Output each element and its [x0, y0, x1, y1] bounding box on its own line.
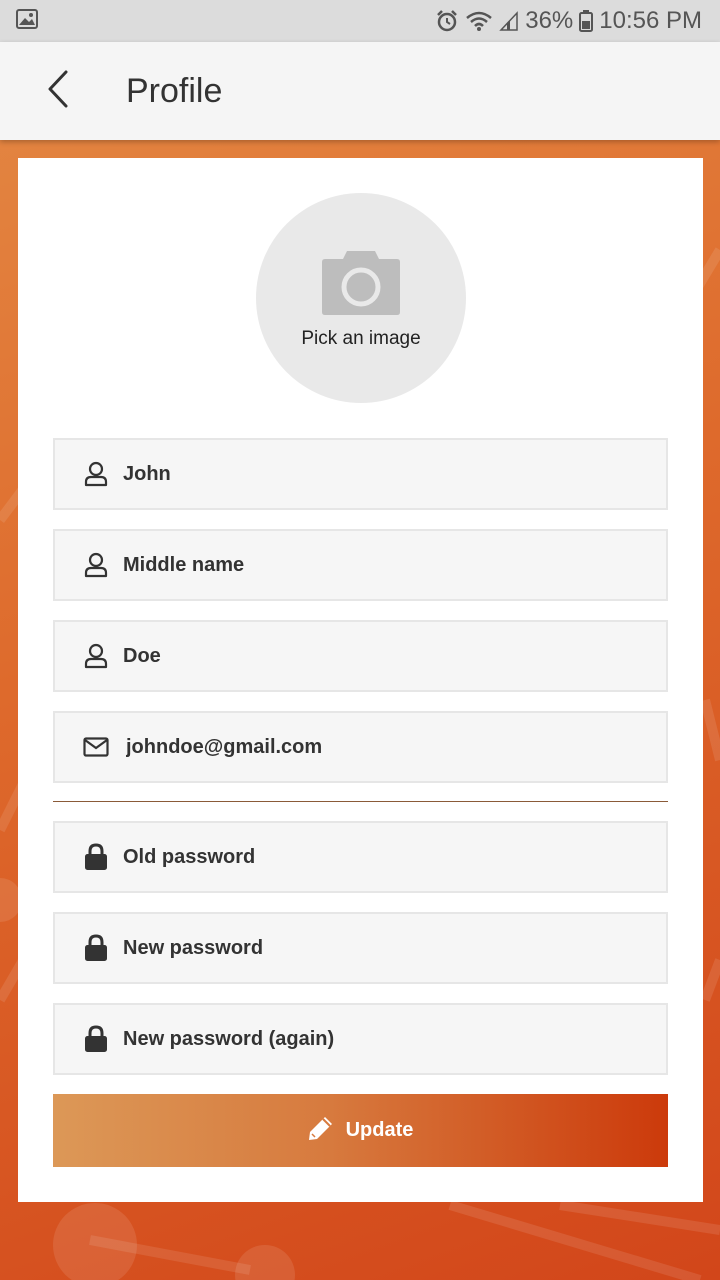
- last-name-field: [53, 620, 668, 692]
- profile-card: Pick an image John Middle name Doe johnd…: [18, 158, 703, 1202]
- wifi-icon: [465, 10, 493, 32]
- last-name-input[interactable]: [123, 644, 643, 668]
- email-input[interactable]: [126, 735, 646, 759]
- confirm-password-field: [53, 1003, 668, 1075]
- pencil-icon: [308, 1115, 334, 1147]
- lock-icon: [81, 1025, 111, 1053]
- section-divider: [53, 801, 668, 802]
- person-icon: [81, 461, 111, 487]
- new-password-input[interactable]: [123, 936, 643, 960]
- update-button[interactable]: Update: [53, 1094, 668, 1167]
- gallery-notification-icon: [16, 8, 38, 34]
- person-icon: [81, 643, 111, 669]
- avatar-label: Pick an image: [301, 327, 421, 349]
- status-bar: 36% 10:56 PM: [0, 0, 720, 42]
- confirm-password-input[interactable]: [123, 1027, 643, 1051]
- alarm-icon: [435, 9, 459, 33]
- first-name-field: [53, 438, 668, 510]
- lock-icon: [81, 934, 111, 962]
- clock: 10:56 PM: [599, 7, 702, 34]
- battery-icon: [579, 10, 594, 32]
- camera-icon: [321, 247, 401, 322]
- first-name-input[interactable]: [123, 462, 643, 486]
- new-password-field: [53, 912, 668, 984]
- person-icon: [81, 552, 111, 578]
- page-title: Profile: [126, 71, 223, 110]
- app-bar: Profile: [0, 42, 720, 140]
- envelope-icon: [81, 737, 111, 757]
- email-field: [53, 711, 668, 783]
- avatar-picker[interactable]: Pick an image: [256, 193, 466, 403]
- old-password-input[interactable]: [123, 845, 643, 869]
- chevron-left-icon: [46, 69, 70, 114]
- update-button-label: Update: [345, 1119, 414, 1141]
- battery-percent: 36%: [525, 7, 574, 34]
- back-button[interactable]: [28, 61, 88, 121]
- lock-icon: [81, 843, 111, 871]
- signal-icon: [499, 11, 519, 31]
- old-password-field: [53, 821, 668, 893]
- middle-name-field: [53, 529, 668, 601]
- middle-name-input[interactable]: [123, 553, 643, 577]
